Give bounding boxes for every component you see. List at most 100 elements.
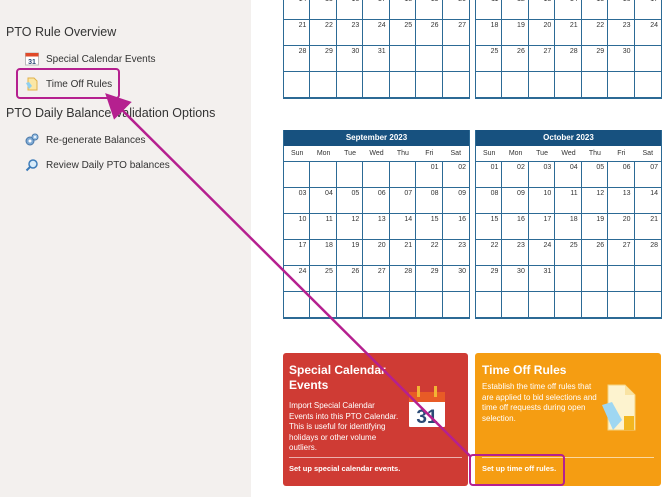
calendar-day-cell[interactable]: 20 — [608, 214, 635, 240]
calendar-day-cell[interactable]: 09 — [442, 188, 469, 214]
calendar-day-cell[interactable]: 23 — [502, 240, 529, 266]
calendar-day-cell[interactable]: 12 — [502, 0, 529, 20]
special-calendar-events-card[interactable]: Special Calendar Events Import Special C… — [283, 353, 468, 486]
calendar-day-cell[interactable]: 14 — [284, 0, 311, 20]
calendar-day-cell[interactable]: 17 — [634, 0, 661, 20]
calendar-day-cell[interactable]: 23 — [336, 20, 364, 46]
calendar-day-cell[interactable]: 29 — [310, 46, 337, 72]
calendar-day-cell[interactable]: 15 — [476, 214, 503, 240]
calendar-day-cell[interactable] — [608, 266, 635, 292]
calendar-day-cell[interactable]: 25 — [310, 266, 337, 292]
calendar-day-cell[interactable] — [336, 292, 364, 318]
calendar-day-cell[interactable]: 23 — [442, 240, 469, 266]
calendar-day-cell[interactable]: 17 — [284, 240, 311, 266]
calendar-day-cell[interactable] — [336, 162, 364, 188]
calendar-day-cell[interactable]: 19 — [336, 240, 364, 266]
calendar-day-cell[interactable]: 22 — [416, 240, 443, 266]
calendar-day-cell[interactable]: 16 — [502, 214, 529, 240]
calendar-day-cell[interactable]: 13 — [608, 188, 635, 214]
calendar-day-cell[interactable]: 18 — [555, 214, 582, 240]
calendar-day-cell[interactable]: 16 — [336, 0, 364, 20]
calendar-day-cell[interactable]: 06 — [363, 188, 390, 214]
calendar-day-cell[interactable] — [416, 46, 443, 72]
calendar-day-cell[interactable]: 31 — [528, 266, 556, 292]
calendar-day-cell[interactable]: 21 — [284, 20, 311, 46]
calendar-day-cell[interactable] — [310, 72, 337, 98]
calendar-day-cell[interactable]: 05 — [581, 162, 609, 188]
calendar-day-cell[interactable] — [442, 46, 469, 72]
calendar-day-cell[interactable]: 13 — [363, 214, 390, 240]
calendar-day-cell[interactable] — [476, 72, 503, 98]
calendar-day-cell[interactable]: 25 — [555, 240, 582, 266]
calendar-day-cell[interactable] — [634, 266, 661, 292]
calendar-day-cell[interactable] — [502, 72, 529, 98]
calendar-day-cell[interactable] — [634, 72, 661, 98]
calendar-day-cell[interactable] — [608, 292, 635, 318]
calendar-day-cell[interactable]: 17 — [528, 214, 556, 240]
calendar-day-cell[interactable] — [389, 72, 417, 98]
calendar-day-cell[interactable]: 20 — [528, 20, 556, 46]
calendar-day-cell[interactable]: 30 — [502, 266, 529, 292]
calendar-day-cell[interactable]: 02 — [442, 162, 469, 188]
calendar-day-cell[interactable]: 13 — [528, 0, 556, 20]
calendar-day-cell[interactable]: 18 — [389, 0, 417, 20]
calendar-day-cell[interactable]: 30 — [608, 46, 635, 72]
calendar-day-cell[interactable]: 19 — [502, 20, 529, 46]
calendar-day-cell[interactable]: 27 — [608, 240, 635, 266]
sidebar-item-review-daily-pto[interactable]: Review Daily PTO balances — [24, 156, 170, 174]
calendar-day-cell[interactable] — [581, 292, 609, 318]
calendar-day-cell[interactable]: 10 — [528, 188, 556, 214]
calendar-day-cell[interactable]: 01 — [416, 162, 443, 188]
calendar-day-cell[interactable]: 07 — [389, 188, 417, 214]
calendar-day-cell[interactable]: 24 — [528, 240, 556, 266]
calendar-day-cell[interactable]: 22 — [581, 20, 609, 46]
calendar-day-cell[interactable] — [528, 72, 556, 98]
calendar-day-cell[interactable] — [502, 292, 529, 318]
set-up-special-calendar-events-link[interactable]: Set up special calendar events. — [289, 464, 400, 473]
calendar-day-cell[interactable]: 30 — [442, 266, 469, 292]
calendar-day-cell[interactable]: 16 — [608, 0, 635, 20]
calendar-day-cell[interactable] — [581, 72, 609, 98]
calendar-day-cell[interactable] — [528, 292, 556, 318]
calendar-day-cell[interactable] — [389, 292, 417, 318]
calendar-day-cell[interactable]: 14 — [555, 0, 582, 20]
calendar-day-cell[interactable]: 05 — [336, 188, 364, 214]
calendar-day-cell[interactable]: 26 — [416, 20, 443, 46]
calendar-day-cell[interactable]: 04 — [310, 188, 337, 214]
calendar-day-cell[interactable] — [634, 46, 661, 72]
calendar-day-cell[interactable]: 27 — [442, 20, 469, 46]
calendar-day-cell[interactable] — [284, 162, 311, 188]
calendar-day-cell[interactable]: 26 — [581, 240, 609, 266]
calendar-day-cell[interactable] — [634, 292, 661, 318]
calendar-day-cell[interactable]: 17 — [363, 0, 390, 20]
calendar-day-cell[interactable]: 19 — [416, 0, 443, 20]
calendar-day-cell[interactable]: 27 — [363, 266, 390, 292]
calendar-day-cell[interactable] — [363, 162, 390, 188]
calendar-day-cell[interactable] — [363, 72, 390, 98]
calendar-day-cell[interactable] — [363, 292, 390, 318]
calendar-day-cell[interactable]: 06 — [608, 162, 635, 188]
calendar-day-cell[interactable]: 24 — [284, 266, 311, 292]
calendar-day-cell[interactable]: 12 — [336, 214, 364, 240]
calendar-day-cell[interactable]: 11 — [555, 188, 582, 214]
calendar-day-cell[interactable] — [336, 72, 364, 98]
calendar-day-cell[interactable]: 27 — [528, 46, 556, 72]
calendar-day-cell[interactable]: 21 — [634, 214, 661, 240]
calendar-day-cell[interactable]: 23 — [608, 20, 635, 46]
calendar-day-cell[interactable]: 30 — [336, 46, 364, 72]
calendar-day-cell[interactable]: 22 — [476, 240, 503, 266]
calendar-day-cell[interactable]: 15 — [581, 0, 609, 20]
calendar-day-cell[interactable]: 03 — [284, 188, 311, 214]
calendar-day-cell[interactable]: 28 — [284, 46, 311, 72]
calendar-day-cell[interactable] — [416, 292, 443, 318]
calendar-day-cell[interactable] — [555, 292, 582, 318]
calendar-day-cell[interactable] — [555, 72, 582, 98]
calendar-day-cell[interactable] — [310, 292, 337, 318]
calendar-day-cell[interactable]: 21 — [389, 240, 417, 266]
calendar-day-cell[interactable]: 18 — [476, 20, 503, 46]
calendar-day-cell[interactable]: 08 — [476, 188, 503, 214]
calendar-day-cell[interactable]: 20 — [442, 0, 469, 20]
calendar-day-cell[interactable]: 10 — [284, 214, 311, 240]
calendar-day-cell[interactable]: 29 — [581, 46, 609, 72]
calendar-day-cell[interactable] — [442, 292, 469, 318]
